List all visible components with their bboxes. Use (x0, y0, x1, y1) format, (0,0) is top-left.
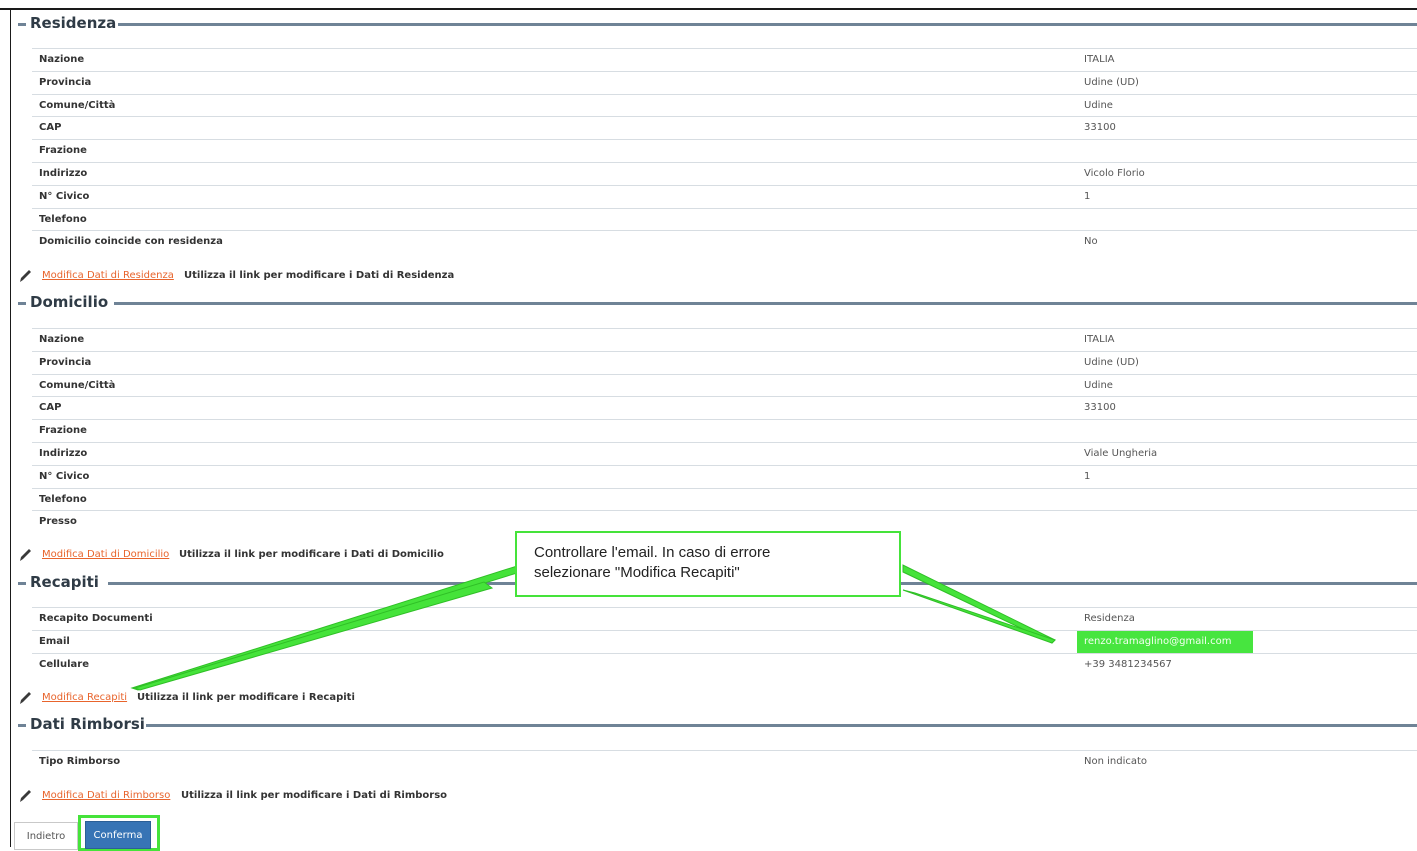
pencil-icon (20, 692, 31, 704)
row-label: Indirizzo (39, 167, 88, 179)
section-rule (114, 302, 1417, 305)
row-label: N° Civico (39, 470, 90, 482)
callout-text: Controllare l'email. In caso di errore s… (534, 544, 771, 581)
row-value: Viale Ungheria (1084, 447, 1158, 459)
section-title-residenza: Residenza (30, 13, 121, 33)
row-label: Domicilio coincide con residenza (39, 236, 223, 248)
table-row: CAP 33100 (32, 396, 1417, 419)
row-value: Udine (1084, 379, 1113, 391)
table-row: N° Civico 1 (32, 464, 1417, 488)
row-label: Provincia (39, 76, 92, 88)
row-value: ITALIA (1084, 54, 1115, 65)
row-value: Udine (UD) (1084, 76, 1139, 88)
row-label: Telefono (39, 213, 87, 225)
section-title-domicilio: Domicilio (30, 292, 113, 312)
table-row: N° Civico 1 (32, 184, 1417, 208)
pencil-icon (20, 549, 31, 561)
row-label: Comune/Città (39, 379, 116, 391)
row-label: Frazione (39, 145, 87, 157)
table-row: Provincia Udine (UD) (32, 70, 1417, 94)
recapiti-edit-hint: Utilizza il link per modificare i Recapi… (137, 692, 355, 703)
residenza-table: Nazione ITALIA Provincia Udine (UD) Comune… (32, 48, 1417, 253)
table-row: Comune/Città Udine (32, 373, 1417, 397)
row-label: CAP (39, 122, 62, 134)
table-row: Telefono (32, 207, 1417, 231)
email-value: renzo.tramaglino@gmail.com (1084, 635, 1232, 647)
row-label: Recapito Documenti (39, 613, 153, 624)
table-row: Recapito Documenti Residenza (32, 607, 1417, 630)
section-rule-left (18, 582, 26, 585)
row-value: Udine (1084, 99, 1113, 111)
table-row: Indirizzo Viale Ungheria (32, 441, 1417, 465)
confirm-button[interactable]: Conferma (85, 821, 151, 849)
recapiti-table: Recapito Documenti Residenza Email renzo.t… (32, 607, 1417, 675)
row-value: Non indicato (1084, 756, 1148, 767)
row-label: Presso (39, 516, 77, 528)
domicilio-edit-hint: Utilizza il link per modificare i Dati d… (179, 549, 444, 560)
row-label: Provincia (39, 356, 92, 368)
row-value: +39 3481234567 (1084, 658, 1172, 670)
section-residenza-header: Residenza (18, 13, 1417, 33)
table-row: Frazione (32, 139, 1417, 162)
row-label: Comune/Città (39, 99, 116, 111)
row-label: Indirizzo (39, 447, 88, 459)
row-value: Udine (UD) (1084, 356, 1139, 368)
section-rule-left (18, 302, 26, 305)
table-row: Comune/Città Udine (32, 93, 1417, 117)
back-button[interactable]: Indietro (14, 822, 78, 850)
row-label: CAP (39, 402, 62, 414)
table-row: Presso (32, 510, 1417, 533)
row-label: Tipo Rimborso (39, 756, 121, 767)
table-row: CAP 33100 (32, 116, 1417, 139)
table-row: Frazione (32, 419, 1417, 442)
table-row: Telefono (32, 487, 1417, 511)
row-label: Frazione (39, 425, 87, 437)
table-row: Provincia Udine (UD) (32, 350, 1417, 374)
row-label: Nazione (39, 334, 85, 345)
section-title-recapiti: Recapiti (30, 572, 103, 592)
section-rule (118, 23, 1417, 26)
row-label: Cellulare (39, 658, 89, 670)
section-domicilio-header: Domicilio (18, 292, 1417, 312)
section-rule (146, 724, 1417, 727)
row-value: Residenza (1084, 613, 1135, 624)
table-row: Indirizzo Vicolo Florio (32, 161, 1417, 185)
domicilio-table: Nazione ITALIA Provincia Udine (UD) Comune… (32, 328, 1417, 533)
row-value: 33100 (1084, 122, 1116, 134)
table-row: Domicilio coincide con residenza No (32, 230, 1417, 253)
section-rule-left (18, 23, 26, 26)
modifica-residenza-link[interactable]: Modifica Dati di Residenza (42, 270, 174, 281)
modifica-recapiti-link[interactable]: Modifica Recapiti (42, 692, 127, 703)
row-value: ITALIA (1084, 334, 1115, 345)
row-value: 33100 (1084, 402, 1116, 414)
rimborsi-table: Tipo Rimborso Non indicato (32, 750, 1417, 773)
row-label: Nazione (39, 54, 85, 65)
callout-box: Controllare l'email. In caso di errore s… (515, 531, 901, 597)
table-row: Nazione ITALIA (32, 328, 1417, 351)
table-row: Tipo Rimborso Non indicato (32, 750, 1417, 773)
table-row: Email renzo.tramaglino@gmail.com (32, 629, 1417, 653)
table-row: Cellulare +39 3481234567 (32, 652, 1417, 676)
row-label: Telefono (39, 493, 87, 505)
modifica-rimborso-link[interactable]: Modifica Dati di Rimborso (42, 790, 170, 801)
section-title-rimborsi: Dati Rimborsi (30, 714, 149, 734)
row-value: 1 (1084, 190, 1091, 202)
top-border (0, 8, 1417, 10)
section-rule-left (18, 724, 26, 727)
residenza-edit-hint: Utilizza il link per modificare i Dati d… (184, 270, 455, 281)
table-row: Nazione ITALIA (32, 48, 1417, 71)
row-label: N° Civico (39, 190, 90, 202)
section-rimborsi-header: Dati Rimborsi (18, 714, 1417, 734)
pencil-icon (20, 270, 31, 282)
row-label: Email (39, 635, 70, 647)
row-value: 1 (1084, 470, 1091, 482)
modifica-domicilio-link[interactable]: Modifica Dati di Domicilio (42, 549, 169, 560)
pencil-icon (20, 790, 31, 802)
rimborsi-edit-hint: Utilizza il link per modificare i Dati d… (181, 790, 448, 801)
row-value: No (1084, 236, 1098, 248)
row-value: Vicolo Florio (1084, 167, 1145, 179)
left-border (10, 8, 11, 847)
